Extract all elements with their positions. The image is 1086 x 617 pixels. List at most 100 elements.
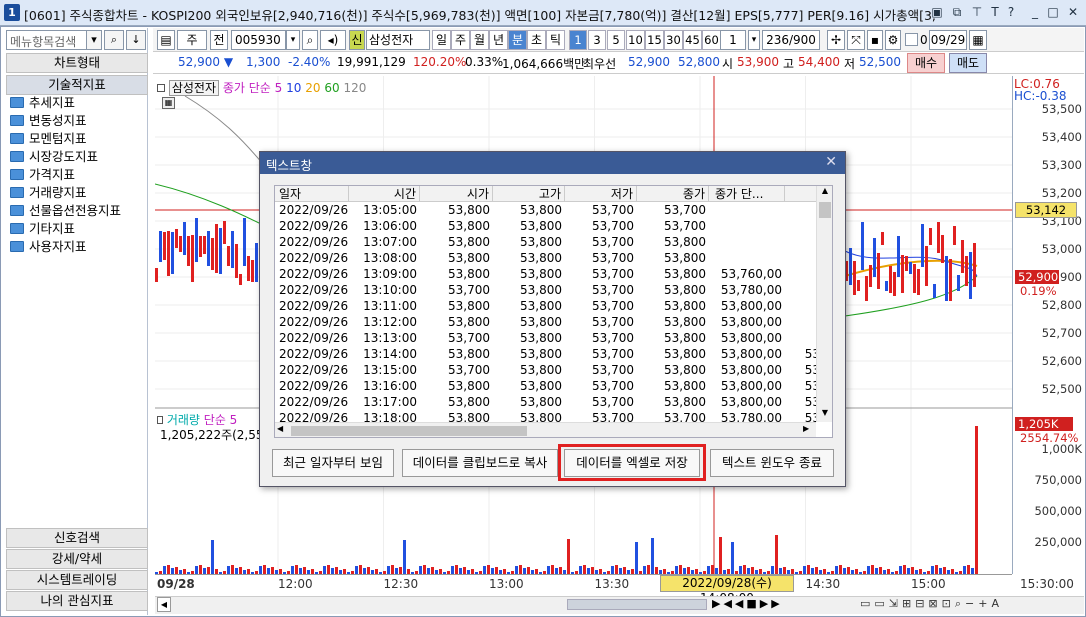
help-icon[interactable]: ?	[1004, 5, 1018, 20]
grid-toggle-icon[interactable]: ▦	[162, 97, 175, 109]
scroll-down-icon[interactable]: ▼	[818, 408, 832, 422]
interval-1[interactable]: 3	[588, 30, 606, 50]
gear-icon[interactable]: ⚙	[885, 30, 901, 50]
calendar-icon[interactable]: ▦	[969, 30, 987, 50]
interval-3[interactable]: 10	[626, 30, 645, 50]
grid-header-cell[interactable]: 고가	[493, 186, 565, 202]
tree-item-7[interactable]: 기타지표	[10, 220, 75, 238]
grid-header-cell[interactable]: 시가	[420, 186, 493, 202]
table-row[interactable]: 2022/09/26 13:12:00 53,800 53,800 53,700 53,8…	[275, 314, 816, 330]
grid-header-cell[interactable]: 시간	[345, 186, 420, 202]
grid-vscrollbar[interactable]: ▲ ▼	[816, 186, 832, 422]
show-recent-first-button[interactable]: 최근 일자부터 보임	[272, 449, 394, 477]
playback-controls[interactable]: ▶◀◀■▶▶	[712, 597, 783, 610]
table-row[interactable]: 2022/09/26 13:06:00 53,800 53,800 53,700 53,7…	[275, 218, 816, 234]
sell-button[interactable]: 매도	[949, 53, 987, 73]
table-row[interactable]: 2022/09/26 13:09:00 53,800 53,800 53,700 53,8…	[275, 266, 816, 282]
save-to-excel-button[interactable]: 데이터를 엑셀로 저장	[564, 449, 700, 477]
buy-button[interactable]: 매수	[907, 53, 945, 73]
draw-tool-icon[interactable]: ⤧	[847, 30, 865, 50]
tab-system-trading[interactable]: 시스템트레이딩	[6, 570, 148, 590]
save-icon[interactable]: ▪	[867, 30, 883, 50]
text-icon[interactable]: T	[988, 5, 1002, 20]
period-1[interactable]: 주	[451, 30, 470, 50]
grid-header-cell[interactable]: 종가 단...	[715, 186, 785, 202]
period-5[interactable]: 초	[527, 30, 546, 50]
interval-0[interactable]: 1	[569, 30, 587, 50]
count-select[interactable]: 1	[720, 30, 746, 50]
tree-item-5[interactable]: 거래량지표	[10, 184, 87, 202]
search-icon[interactable]: ⌕	[302, 30, 318, 50]
tree-item-6[interactable]: 선물옵션전용지표	[10, 202, 121, 220]
search-dropdown-icon[interactable]: ▾	[86, 30, 102, 50]
grid-hscrollbar[interactable]: ◀ ▶	[275, 422, 816, 437]
data-count-input[interactable]: 236/900	[762, 30, 820, 50]
data-grid[interactable]: 일자 시간 시가 고가 저가 종가 종가 단... 2022/09/26 13:05:00 53…	[274, 185, 833, 438]
interval-7[interactable]: 60	[702, 30, 721, 50]
tree-item-0[interactable]: 추세지표	[10, 94, 75, 112]
jeon-button[interactable]: 전	[210, 30, 228, 50]
download-arrow-icon[interactable]: ↓	[126, 30, 146, 50]
period-0[interactable]: 일	[432, 30, 451, 50]
tab-my-indicators[interactable]: 나의 관심지표	[6, 591, 148, 611]
period-4[interactable]: 분	[508, 30, 527, 50]
code-dropdown-icon[interactable]: ▾	[286, 30, 300, 50]
dialog-close-icon[interactable]: ✕	[825, 154, 837, 170]
interval-2[interactable]: 5	[607, 30, 625, 50]
date-checkbox[interactable]	[905, 33, 918, 46]
scroll-up-icon[interactable]: ▲	[818, 186, 832, 200]
tab-technical-indicators[interactable]: 기술적지표	[6, 75, 148, 95]
grid-header-cell[interactable]: 저가	[565, 186, 637, 202]
table-row[interactable]: 2022/09/26 13:05:00 53,800 53,800 53,700 53,7…	[275, 202, 816, 218]
restore-icon[interactable]: ⧉	[950, 5, 964, 20]
period-2[interactable]: 월	[470, 30, 489, 50]
tree-item-1[interactable]: 변동성지표	[10, 112, 87, 130]
table-row[interactable]: 2022/09/26 13:10:00 53,700 53,800 53,700 53,8…	[275, 282, 816, 298]
period-select[interactable]: 주	[177, 30, 207, 50]
table-row[interactable]: 2022/09/26 13:08:00 53,800 53,800 53,700 53,8…	[275, 250, 816, 266]
table-row[interactable]: 2022/09/26 13:14:00 53,800 53,800 53,700 53,8…	[275, 346, 820, 362]
table-row[interactable]: 2022/09/26 13:07:00 53,800 53,800 53,700 53,8…	[275, 234, 816, 250]
tree-item-8[interactable]: 사용자지표	[10, 238, 87, 256]
search-icon[interactable]: ⌕	[104, 30, 124, 50]
scroll-left-icon[interactable]: ◀	[157, 597, 171, 612]
interval-5[interactable]: 30	[664, 30, 683, 50]
hscroll-right-icon[interactable]: ▶	[803, 424, 809, 433]
chart-menu-icon[interactable]: ▤	[157, 30, 175, 50]
count-dropdown-icon[interactable]: ▾	[748, 30, 760, 50]
copy-to-clipboard-button[interactable]: 데이터를 클립보드로 복사	[402, 449, 558, 477]
crosshair-icon[interactable]: ✢	[827, 30, 845, 50]
close-icon[interactable]: ✕	[1066, 5, 1080, 20]
period-6[interactable]: 틱	[546, 30, 565, 50]
grid-header-cell[interactable]: 일자	[279, 186, 349, 202]
scroll-thumb[interactable]	[567, 599, 707, 610]
grid-header-cell[interactable]: 종가	[637, 186, 709, 202]
table-row[interactable]: 2022/09/26 13:13:00 53,700 53,800 53,700 53,8…	[275, 330, 816, 346]
tab-signal-search[interactable]: 신호검색	[6, 528, 148, 548]
stock-code-input[interactable]: 005930	[231, 30, 286, 50]
tree-item-4[interactable]: 가격지표	[10, 166, 75, 184]
maximize-icon[interactable]: □	[1046, 5, 1060, 20]
tab-chart-type[interactable]: 차트형태	[6, 53, 148, 73]
tab-strength[interactable]: 강세/약세	[6, 549, 148, 569]
vscroll-thumb[interactable]	[819, 202, 831, 218]
save-layout-icon[interactable]: ▣	[930, 5, 944, 20]
tree-item-3[interactable]: 시장강도지표	[10, 148, 98, 166]
sound-icon[interactable]: ◂)	[320, 30, 346, 50]
date-input[interactable]: 09/29	[929, 30, 967, 50]
minimize-icon[interactable]: _	[1028, 5, 1042, 20]
table-row[interactable]: 2022/09/26 13:11:00 53,800 53,800 53,700 53,8…	[275, 298, 816, 314]
tree-item-2[interactable]: 모멘텀지표	[10, 130, 87, 148]
chart-tools[interactable]: ▭▭⇲⊞⊟⊠⊡⌕−+A	[860, 597, 1003, 611]
interval-6[interactable]: 45	[683, 30, 702, 50]
table-row[interactable]: 2022/09/26 13:17:00 53,800 53,800 53,700 53,8…	[275, 394, 820, 410]
table-row[interactable]: 2022/09/26 13:15:00 53,700 53,800 53,700 53,8…	[275, 362, 820, 378]
hscroll-left-icon[interactable]: ◀	[277, 424, 283, 433]
period-3[interactable]: 년	[489, 30, 508, 50]
table-row[interactable]: 2022/09/26 13:16:00 53,800 53,800 53,700 53,8…	[275, 378, 820, 394]
close-text-window-button[interactable]: 텍스트 윈도우 종료	[710, 449, 834, 477]
pin-icon[interactable]: ⊤	[970, 5, 984, 20]
interval-4[interactable]: 15	[645, 30, 664, 50]
hscroll-thumb[interactable]	[291, 426, 527, 436]
stock-name[interactable]: 삼성전자	[366, 30, 430, 50]
